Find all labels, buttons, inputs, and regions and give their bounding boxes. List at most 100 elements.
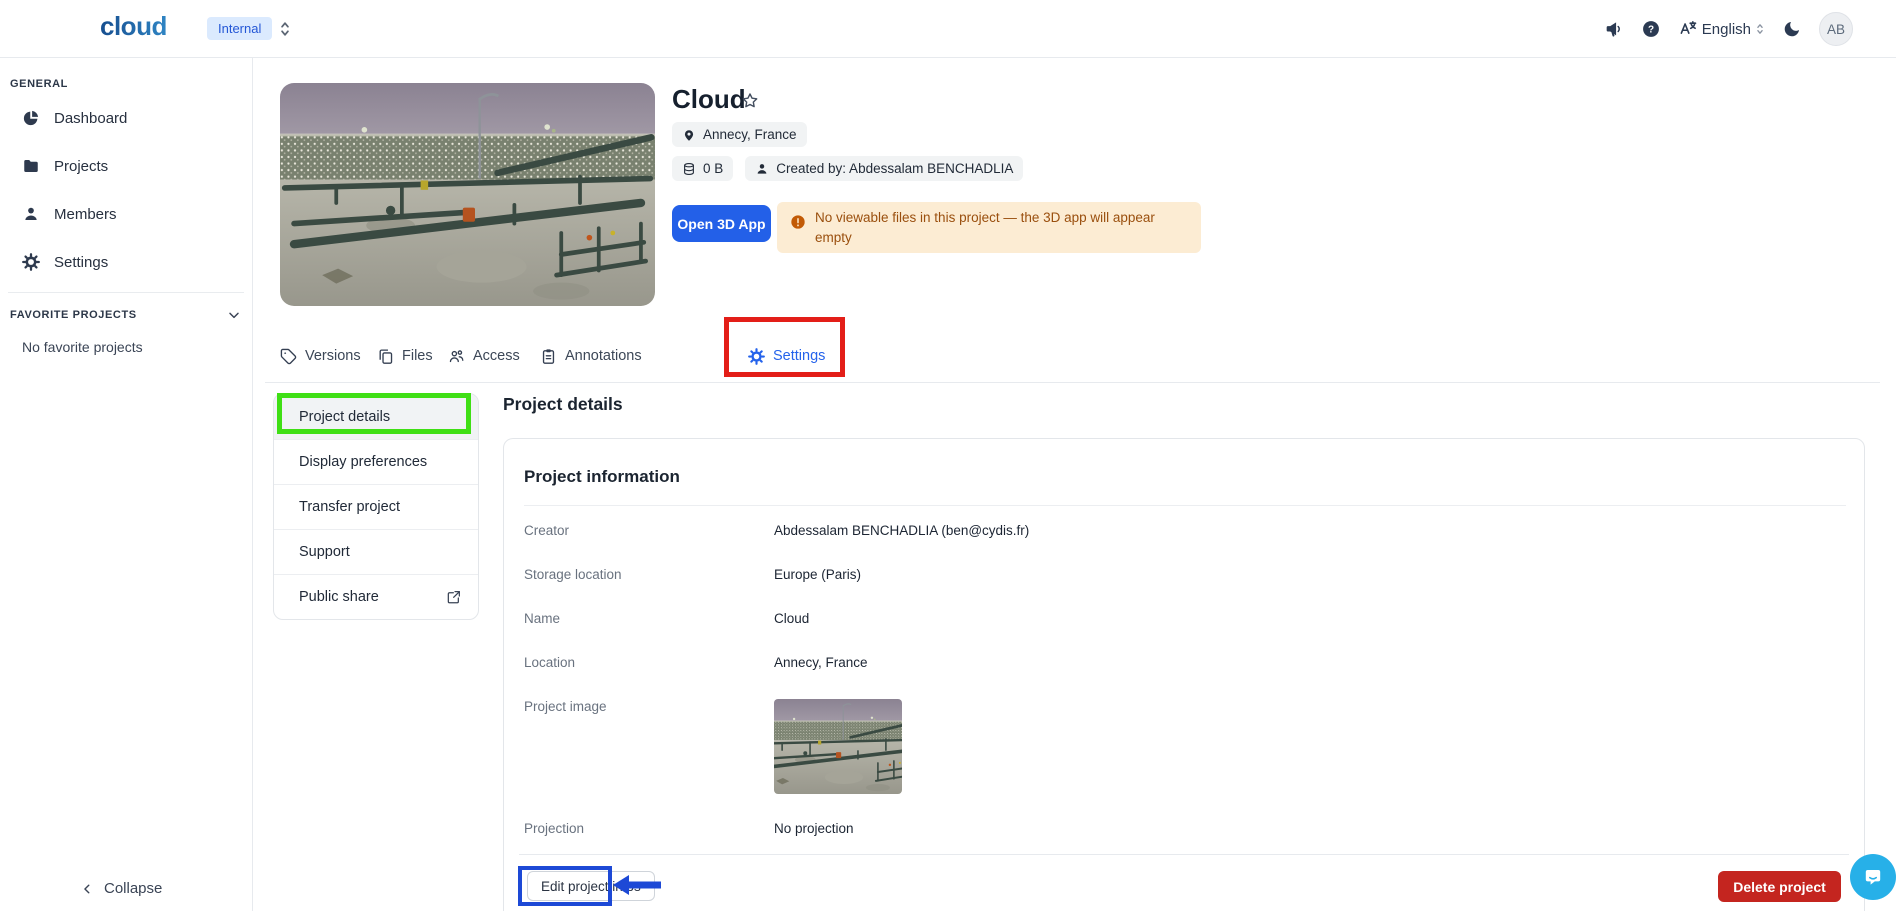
chevron-down-icon[interactable] [226,307,242,323]
menu-item-transfer-project[interactable]: Transfer project [274,484,478,529]
card-footer-divider [519,854,1849,855]
tabs-divider [265,382,1880,383]
info-row-storage-location: Storage location Europe (Paris) [504,552,1866,596]
menu-item-support[interactable]: Support [274,529,478,574]
avatar-initials: AB [1827,22,1845,37]
project-title: Cloud [672,84,746,115]
row-value: Cloud [774,611,809,626]
no-viewable-files-warning: No viewable files in this project — the … [777,202,1201,253]
created-by-badge: Created by: Abdessalam BENCHADLIA [745,156,1023,181]
database-icon [682,162,696,176]
menu-item-public-share[interactable]: Public share [274,574,478,619]
workspace-selector-icon[interactable] [278,20,292,38]
sidebar: GENERAL Dashboard Projects Members [0,58,253,911]
topbar-actions: ? English AB [1604,0,1853,58]
row-label: Creator [524,523,774,538]
warning-icon [790,214,806,230]
delete-project-button[interactable]: Delete project [1718,871,1841,902]
collapse-sidebar-button[interactable]: Collapse [80,880,162,897]
megaphone-icon[interactable] [1604,19,1624,39]
folder-icon [22,157,40,175]
sidebar-divider [8,292,244,293]
external-link-icon [446,589,462,605]
tab-label: Access [473,348,520,364]
info-rows: Creator Abdessalam BENCHADLIA (ben@cydis… [504,508,1866,850]
location-badge-label: Annecy, France [703,127,797,142]
open-3d-app-button[interactable]: Open 3D App [672,205,771,242]
gear-icon [748,348,765,365]
project-information-card: Project information Creator Abdessalam B… [503,438,1865,911]
sidebar-item-label: Projects [54,158,108,175]
sidebar-item-dashboard[interactable]: Dashboard [0,94,252,142]
favorites-section-header: FAVORITE PROJECTS [10,307,242,323]
row-value: Europe (Paris) [774,567,861,582]
created-by-label: Created by: Abdessalam BENCHADLIA [776,161,1013,176]
app-root: cloud Internal ? English [0,0,1896,911]
sidebar-item-projects[interactable]: Projects [0,142,252,190]
tab-label: Annotations [565,348,642,364]
menu-item-label: Project details [299,409,390,425]
help-icon[interactable]: ? [1641,19,1661,39]
app-logo[interactable]: cloud [100,11,167,42]
info-row-creator: Creator Abdessalam BENCHADLIA (ben@cydis… [504,508,1866,552]
info-row-name: Name Cloud [504,596,1866,640]
page-title: Project details [503,394,623,415]
tab-settings[interactable]: Settings [748,330,825,382]
card-title: Project information [524,467,680,487]
gear-icon [22,253,40,271]
pie-chart-icon [22,109,40,127]
chat-bubble-icon [1861,865,1885,889]
storage-size-badge: 0 B [672,156,733,181]
tag-icon [280,348,297,365]
people-icon [448,348,465,365]
menu-item-label: Public share [299,589,379,605]
row-value: No projection [774,821,854,836]
warning-text: No viewable files in this project — the … [815,208,1189,247]
project-cover-image [280,83,655,306]
favorites-empty-text: No favorite projects [22,339,252,355]
chat-launcher-button[interactable] [1850,854,1896,900]
location-badge: Annecy, France [672,122,807,147]
tab-label: Versions [305,348,361,364]
menu-item-project-details[interactable]: Project details [274,394,478,439]
settings-menu: Project details Display preferences Tran… [273,393,479,620]
language-caret-icon [1755,22,1765,36]
sidebar-item-members[interactable]: Members [0,190,252,238]
sidebar-item-label: Settings [54,254,108,271]
project-image-thumbnail [774,699,902,794]
edit-project-infos-button[interactable]: Edit project infos [527,871,655,901]
workspace-badge[interactable]: Internal [207,17,272,40]
menu-item-display-preferences[interactable]: Display preferences [274,439,478,484]
info-row-project-image: Project image [504,684,1866,806]
storage-size-label: 0 B [703,161,723,176]
sidebar-item-settings[interactable]: Settings [0,238,252,286]
collapse-label: Collapse [104,880,162,897]
row-label: Storage location [524,567,774,582]
translate-icon [1678,19,1698,39]
avatar[interactable]: AB [1819,12,1853,46]
menu-item-label: Display preferences [299,454,427,470]
sidebar-item-label: Dashboard [54,110,127,127]
person-icon [755,162,769,176]
info-row-projection: Projection No projection [504,806,1866,850]
person-icon [22,205,40,223]
sidebar-item-label: Members [54,206,117,223]
row-label: Project image [524,699,774,714]
project-meta-row: 0 B Created by: Abdessalam BENCHADLIA [672,156,1023,181]
row-value: Annecy, France [774,655,868,670]
card-divider [524,505,1846,506]
dark-mode-icon[interactable] [1782,19,1802,39]
tab-label: Files [402,348,433,364]
tab-versions[interactable]: Versions [280,330,361,382]
row-label: Name [524,611,774,626]
favorite-star-icon[interactable] [740,91,760,111]
tab-annotations[interactable]: Annotations [540,330,642,382]
topbar: cloud Internal ? English [0,0,1896,58]
tab-files[interactable]: Files [377,330,433,382]
language-selector[interactable]: English [1678,19,1765,39]
language-label: English [1702,21,1751,38]
files-icon [377,348,394,365]
tab-label: Settings [773,348,825,364]
svg-text:?: ? [1648,25,1654,36]
tab-access[interactable]: Access [448,330,520,382]
